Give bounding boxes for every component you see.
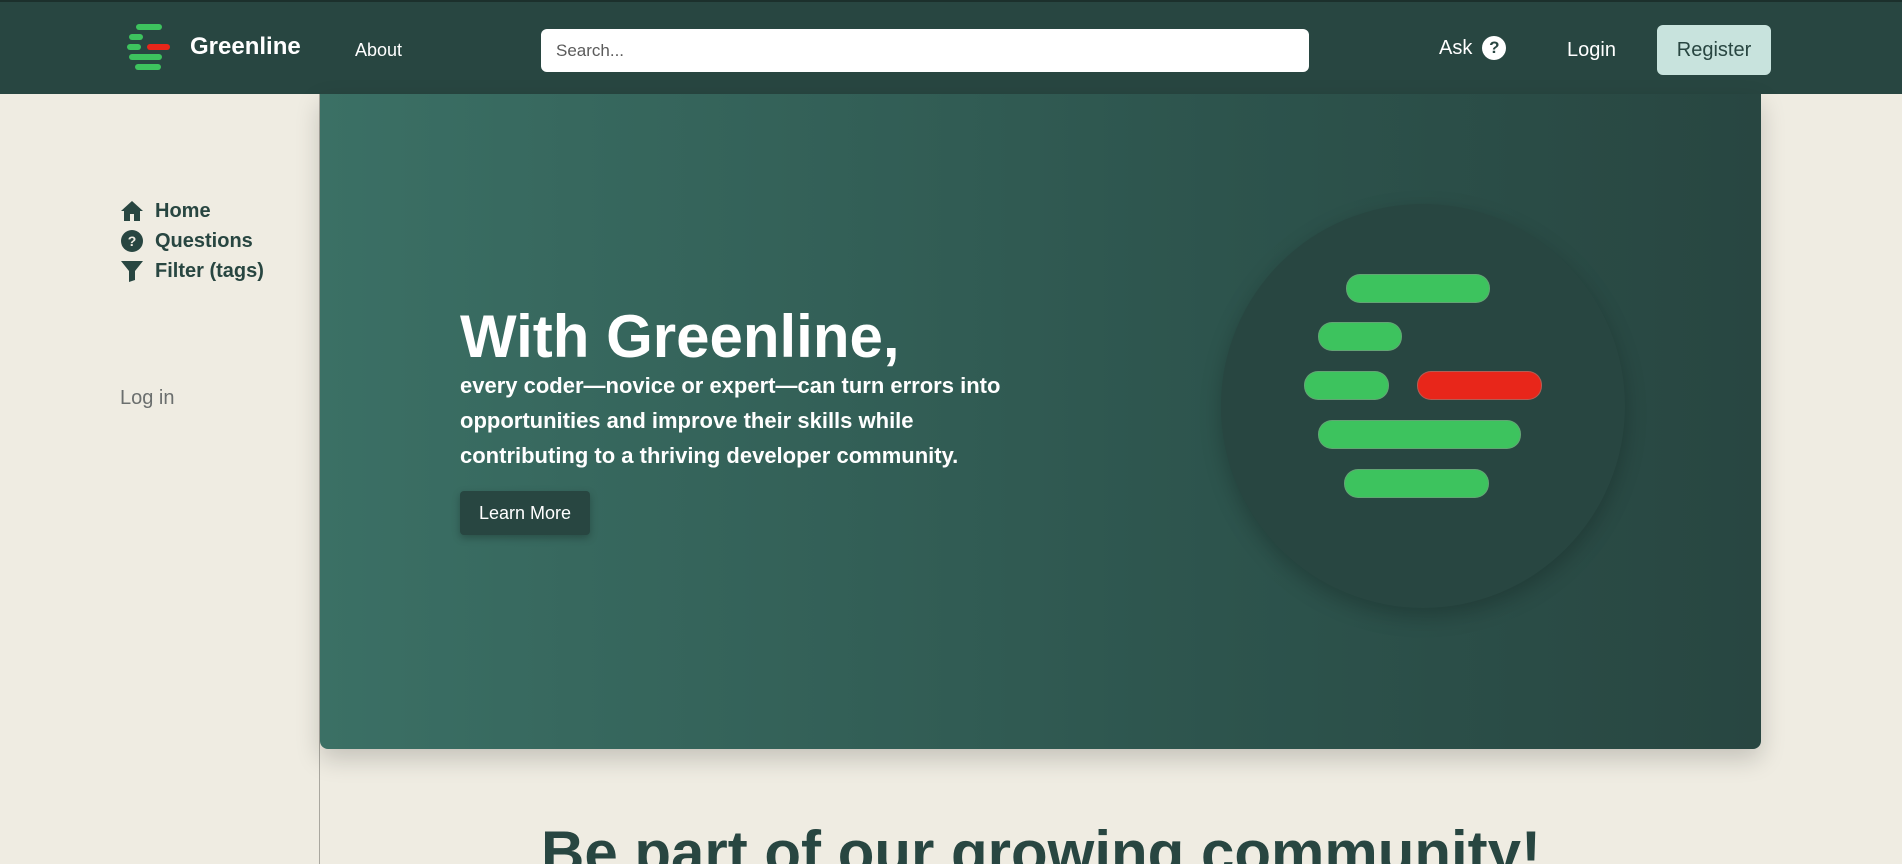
login-link[interactable]: Login xyxy=(1567,39,1616,62)
hero-logo-illustration xyxy=(1221,204,1625,608)
sidebar-item-questions[interactable]: ? Questions xyxy=(120,226,264,256)
hero-title: With Greenline, xyxy=(460,303,900,370)
sidebar-item-label: Filter (tags) xyxy=(155,259,264,282)
learn-more-button[interactable]: Learn More xyxy=(460,491,590,535)
nav-about-link[interactable]: About xyxy=(355,40,402,61)
register-button[interactable]: Register xyxy=(1657,25,1771,75)
home-icon xyxy=(121,201,143,221)
sidebar-item-home[interactable]: Home xyxy=(120,196,264,226)
sidebar: Home ? Questions Filter (tags) xyxy=(120,196,264,286)
greenline-logo-icon xyxy=(124,22,174,72)
question-circle-icon: ? xyxy=(1482,36,1507,60)
ask-button[interactable]: Ask ? xyxy=(1439,36,1507,60)
ask-label: Ask xyxy=(1439,36,1473,59)
hero-description: every coder—novice or expert—can turn er… xyxy=(460,373,1001,468)
top-navbar: Greenline About Ask ? Login Register xyxy=(0,0,1902,94)
community-heading: Be part of our growing community! xyxy=(541,819,1541,864)
brand[interactable]: Greenline xyxy=(124,22,301,72)
question-circle-icon: ? xyxy=(121,230,143,252)
sidebar-login-link[interactable]: Log in xyxy=(120,387,175,410)
search-input[interactable] xyxy=(541,29,1309,72)
sidebar-item-filter-tags[interactable]: Filter (tags) xyxy=(120,256,264,286)
sidebar-item-label: Questions xyxy=(155,229,253,252)
svg-text:?: ? xyxy=(128,233,137,249)
hero-banner: With Greenline, every coder—novice or ex… xyxy=(320,94,1761,749)
filter-icon xyxy=(121,261,143,282)
brand-name: Greenline xyxy=(190,33,301,60)
sidebar-item-label: Home xyxy=(155,199,211,222)
